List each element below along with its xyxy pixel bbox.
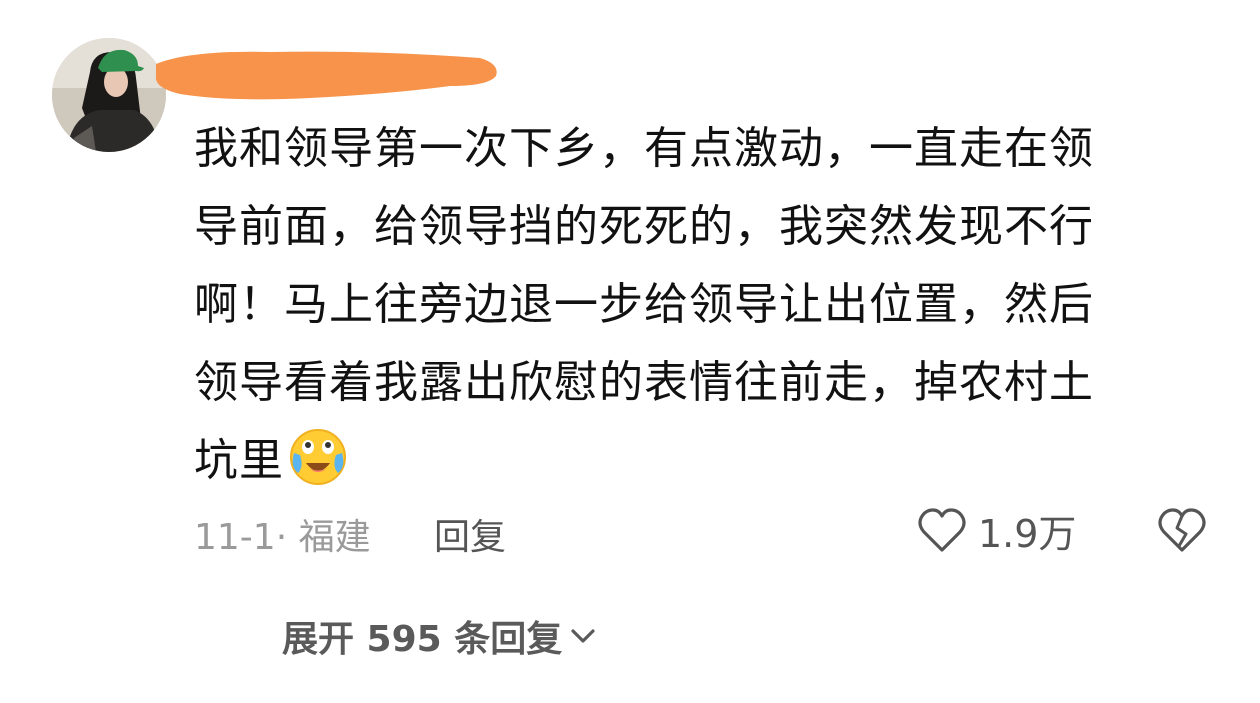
comment-text: 我和领导第一次下乡，有点激动，一直走在领 导前面，给领导挡的死死的，我突然发现不… [194,110,1184,500]
comment-meta: 11-1· 福建 回复 1.9万 [194,500,1224,560]
heart-outline-icon [918,508,966,552]
like-button[interactable]: 1.9万 [916,504,1076,556]
date-location: 11-1· 福建 [194,517,371,558]
reply-button[interactable]: 回复 [434,508,506,560]
chevron-down-icon [571,629,595,643]
comment-line: 坑里 [194,435,284,486]
user-avatar-image [52,38,166,152]
comment-line: 啊！马上往旁边退一步给领导让出位置，然后 [194,279,1094,330]
expand-replies-label: 展开 595 条回复 [282,619,563,660]
comment-line: 导前面，给领导挡的死死的，我突然发现不行 [194,201,1094,252]
like-count: 1.9万 [978,511,1077,556]
avatar[interactable] [52,38,166,152]
expand-replies-button[interactable]: 展开 595 条回复 [282,608,598,664]
comment-card: 我和领导第一次下乡，有点激动，一直走在领 导前面，给领导挡的死死的，我突然发现不… [0,0,1260,703]
comment-line: 我和领导第一次下乡，有点激动，一直走在领 [194,123,1094,174]
comment-line: 领导看着我露出欣慰的表情往前走，掉农村土 [194,357,1094,408]
comment-line-last: 坑里 [194,422,1184,500]
username-redaction [150,42,502,104]
broken-heart-icon[interactable] [1156,506,1208,554]
laughing-crying-emoji-icon [288,427,348,487]
